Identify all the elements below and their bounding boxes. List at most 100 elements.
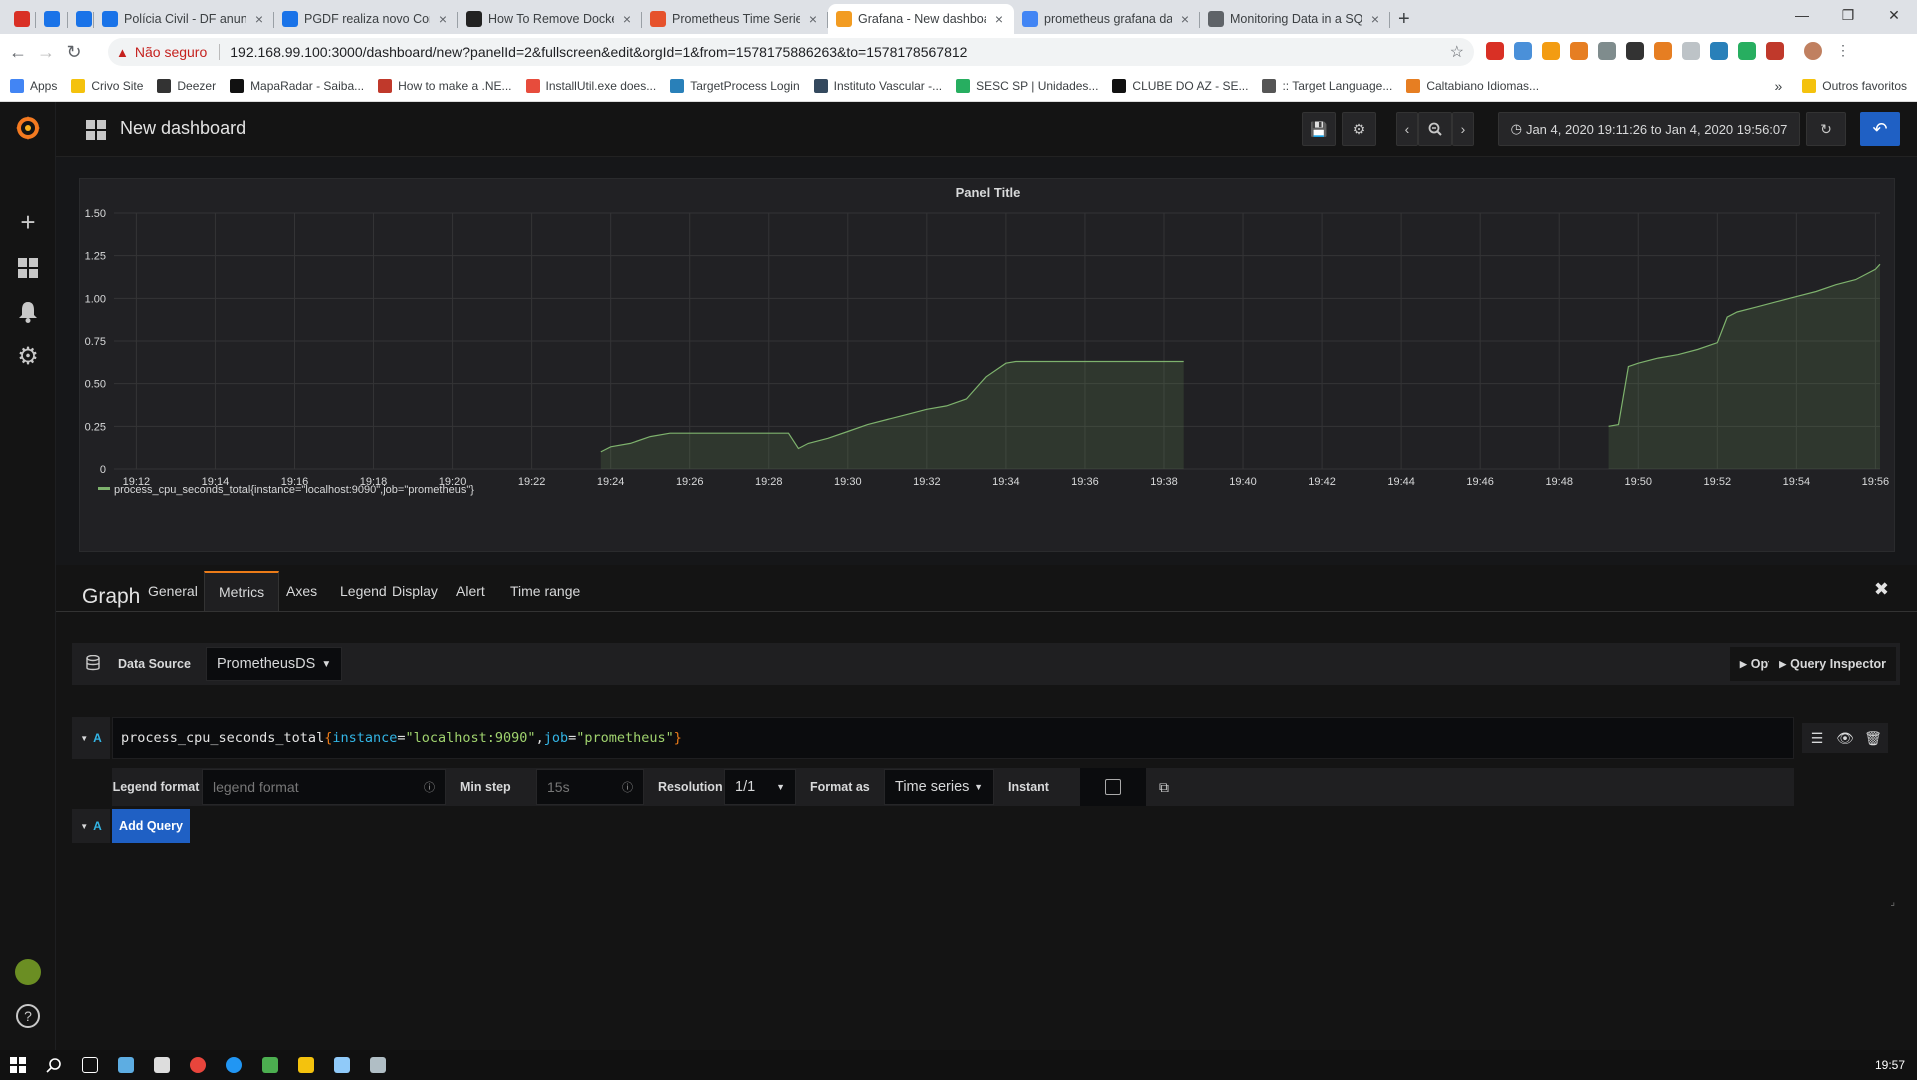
delete-query-icon[interactable]: 🗑 [1858, 723, 1888, 753]
other-favorites[interactable]: » Outros favoritos [1775, 78, 1908, 94]
close-tab-icon[interactable]: × [992, 11, 1006, 27]
extension-icon[interactable] [1654, 42, 1672, 60]
info-icon[interactable]: ⓘ [622, 779, 633, 795]
bookmark-item[interactable]: Crivo Site [71, 78, 143, 93]
profile-avatar[interactable] [1804, 42, 1822, 60]
close-tab-icon[interactable]: × [1178, 11, 1192, 27]
help-icon[interactable]: ? [14, 1002, 42, 1030]
browser-tab[interactable] [36, 4, 68, 34]
app-icon[interactable] [324, 1050, 360, 1080]
editor-tab-alert[interactable]: Alert [442, 571, 499, 611]
url-text[interactable]: 192.168.99.100:3000/dashboard/new?panelI… [230, 44, 967, 60]
resolution-select[interactable]: 1/1 ▼ [724, 769, 796, 805]
extension-icon[interactable] [1766, 42, 1784, 60]
bookmark-item[interactable]: MapaRadar - Saiba... [230, 78, 364, 93]
browser-tab[interactable] [68, 4, 94, 34]
add-query-button[interactable]: Add Query [112, 809, 190, 843]
bookmark-item[interactable]: Deezer [157, 78, 216, 93]
bookmark-item[interactable]: SESC SP | Unidades... [956, 78, 1098, 93]
bookmark-item[interactable]: :: Target Language... [1262, 78, 1392, 93]
menu-icon[interactable]: ⋮ [1836, 42, 1850, 60]
close-tab-icon[interactable]: × [806, 11, 820, 27]
forward-icon[interactable]: → [32, 42, 60, 63]
extension-icon[interactable] [1710, 42, 1728, 60]
browser-tab[interactable] [6, 4, 36, 34]
extension-icon[interactable] [1626, 42, 1644, 60]
file-explorer-icon[interactable] [288, 1050, 324, 1080]
toggle-visibility-icon[interactable]: 👁 [1830, 723, 1860, 753]
query-inspector-button[interactable]: ▶ Query Inspector [1769, 647, 1896, 681]
editor-tab-axes[interactable]: Axes [272, 571, 331, 611]
share-icon[interactable]: ⧉ [1159, 779, 1169, 796]
close-tab-icon[interactable]: × [252, 11, 266, 27]
dashboard-grid-icon[interactable] [86, 120, 106, 145]
query-collapse-toggle[interactable]: ▼ A [72, 717, 110, 759]
browser-tab[interactable]: prometheus grafana database × [1014, 4, 1200, 34]
data-source-picker[interactable]: PrometheusDS ▼ [206, 647, 343, 681]
close-editor-icon[interactable]: ✖ [1874, 579, 1889, 600]
bookmark-item[interactable]: CLUBE DO AZ - SE... [1112, 78, 1248, 93]
editor-tab-time-range[interactable]: Time range [496, 571, 594, 611]
time-shift-forward-button[interactable]: › [1452, 112, 1474, 146]
app-icon[interactable] [360, 1050, 396, 1080]
refresh-button[interactable]: ↻ [1806, 112, 1846, 146]
grafana-logo-icon[interactable] [14, 114, 42, 142]
task-view-icon[interactable] [72, 1050, 108, 1080]
adblock-icon[interactable] [1486, 42, 1504, 60]
rss-icon[interactable] [1542, 42, 1560, 60]
back-to-dashboard-button[interactable]: ↶ [1860, 112, 1900, 146]
editor-tab-metrics[interactable]: Metrics [204, 571, 280, 611]
extension-icon[interactable] [1514, 42, 1532, 60]
min-step-input[interactable]: 15s ⓘ [536, 769, 644, 805]
time-range-picker[interactable]: ◷ Jan 4, 2020 19:11:26 to Jan 4, 2020 19… [1498, 112, 1800, 146]
bookmark-item[interactable]: How to make a .NE... [378, 78, 512, 93]
dashboards-icon[interactable] [14, 254, 42, 282]
extension-icon[interactable] [1738, 42, 1756, 60]
browser-tab[interactable]: Monitoring Data in a SQL Tabl × [1200, 4, 1390, 34]
close-tab-icon[interactable]: × [620, 11, 634, 27]
editor-tab-display[interactable]: Display [378, 571, 452, 611]
bookmark-item[interactable]: InstallUtil.exe does... [525, 78, 656, 93]
bell-icon[interactable] [14, 298, 42, 326]
bookmark-star-icon[interactable]: ☆ [1450, 42, 1464, 62]
app-icon[interactable] [216, 1050, 252, 1080]
close-window-icon[interactable]: ✕ [1871, 0, 1917, 30]
legend-format-input[interactable]: legend format ⓘ [202, 769, 446, 805]
query-expression-input[interactable]: process_cpu_seconds_total{instance = "loca… [112, 717, 1794, 759]
bookmark-item[interactable]: Caltabiano Idiomas... [1406, 78, 1539, 93]
browser-tab[interactable]: Polícia Civil - DF anuncia Conc × [94, 4, 274, 34]
query-menu-icon[interactable]: ☰ [1802, 723, 1832, 753]
time-shift-back-button[interactable]: ‹ [1396, 112, 1418, 146]
bookmark-item[interactable]: TargetProcess Login [670, 78, 800, 93]
instant-checkbox[interactable] [1105, 779, 1121, 795]
app-icon[interactable] [108, 1050, 144, 1080]
info-icon[interactable]: ⓘ [424, 779, 435, 795]
dashboard-settings-button[interactable]: ⚙ [1342, 112, 1376, 146]
browser-tab[interactable]: Grafana - New dashboard × [828, 4, 1014, 34]
url-omnibox[interactable]: ▲ Não seguro 192.168.99.100:3000/dashboa… [108, 38, 1474, 66]
search-icon[interactable] [36, 1050, 72, 1080]
more-bookmarks-icon[interactable]: » [1775, 78, 1783, 94]
extension-icon[interactable] [1598, 42, 1616, 60]
app-icon[interactable] [252, 1050, 288, 1080]
back-icon[interactable]: ← [4, 42, 32, 63]
bookmark-item[interactable]: Instituto Vascular -... [813, 78, 942, 93]
reload-icon[interactable]: ↻ [60, 42, 88, 63]
dashboard-title[interactable]: New dashboard [120, 118, 246, 139]
bookmark-item[interactable]: Apps [10, 78, 57, 93]
gear-icon[interactable]: ⚙ [14, 342, 42, 370]
browser-tab[interactable]: Prometheus Time Series Colle × [642, 4, 828, 34]
chrome-icon[interactable] [180, 1050, 216, 1080]
resize-handle-icon[interactable]: ⌟ [1890, 897, 1895, 908]
extension-icon[interactable] [1682, 42, 1700, 60]
maximize-icon[interactable]: ❐ [1825, 0, 1871, 30]
zoom-out-button[interactable] [1418, 112, 1452, 146]
minimize-icon[interactable]: — [1779, 0, 1825, 30]
app-icon[interactable] [144, 1050, 180, 1080]
format-as-select[interactable]: Time series ▼ [884, 769, 994, 805]
editor-tab-general[interactable]: General [134, 571, 212, 611]
extension-icon[interactable] [1570, 42, 1588, 60]
browser-tab[interactable]: PGDF realiza novo Concurso P × [274, 4, 458, 34]
browser-tab[interactable]: How To Remove Docker Conta × [458, 4, 642, 34]
windows-start-icon[interactable] [0, 1050, 36, 1080]
